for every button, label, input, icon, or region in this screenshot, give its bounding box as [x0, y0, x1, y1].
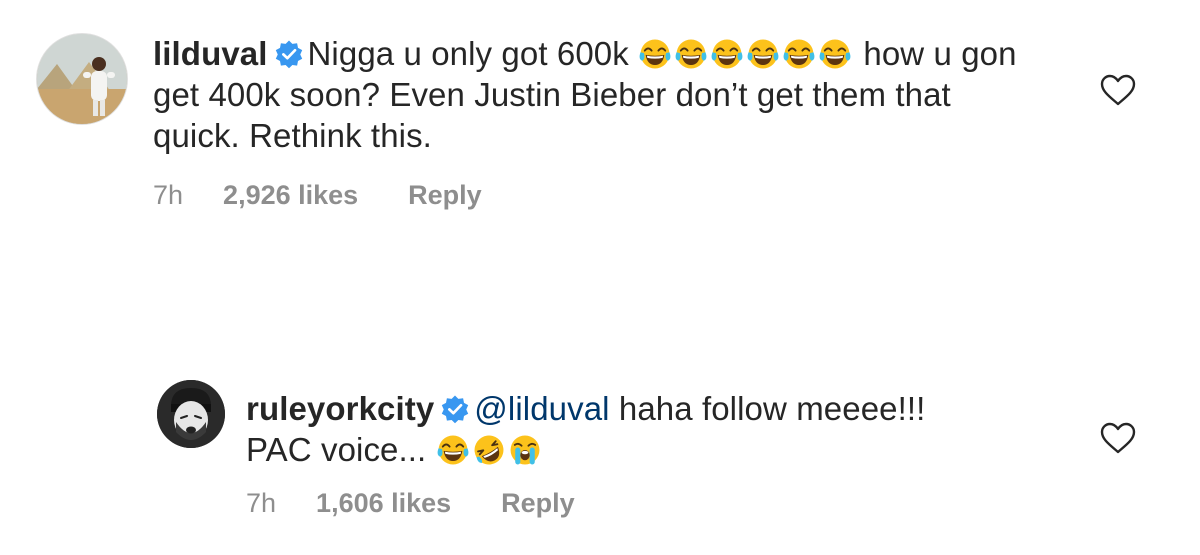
reply-button[interactable]: Reply	[501, 488, 575, 519]
sob-emoji-icon	[508, 433, 542, 467]
comment-body-line1: haha follow meeee!!!	[618, 390, 926, 427]
comment-meta: 7h 1,606 likes Reply	[246, 488, 575, 519]
verified-badge-icon	[440, 394, 470, 424]
username[interactable]: ruleyorkcity	[246, 390, 434, 427]
avatar[interactable]	[157, 380, 225, 448]
avatar[interactable]	[36, 33, 128, 125]
joy-emoji-icon	[782, 37, 816, 71]
avatar-photo-icon	[157, 380, 225, 448]
comment-text: ruleyorkcity @lilduval haha follow meeee!…	[246, 388, 1046, 470]
reply-button[interactable]: Reply	[408, 180, 482, 211]
rofl-emoji-icon	[472, 433, 506, 467]
joy-emoji-icon	[710, 37, 744, 71]
emoji-group	[638, 35, 854, 72]
comment-meta: 7h 2,926 likes Reply	[153, 180, 482, 211]
likes-count[interactable]: 2,926 likes	[223, 180, 358, 211]
avatar-photo-icon	[37, 34, 127, 124]
comment-text: lilduval Nigga u only got 600k how u gon …	[153, 33, 1033, 156]
mention-link[interactable]: @lilduval	[474, 390, 609, 427]
comment-body-rest: PAC voice...	[246, 431, 427, 468]
joy-emoji-icon	[436, 433, 470, 467]
timestamp[interactable]: 7h	[153, 180, 183, 211]
verified-badge-icon	[274, 39, 304, 69]
joy-emoji-icon	[638, 37, 672, 71]
joy-emoji-icon	[818, 37, 852, 71]
joy-emoji-icon	[674, 37, 708, 71]
heart-outline-icon[interactable]	[1100, 74, 1136, 106]
emoji-group	[436, 431, 544, 468]
heart-outline-icon[interactable]	[1100, 422, 1136, 454]
comment-body-line1: Nigga u only got 600k	[307, 35, 629, 72]
likes-count[interactable]: 1,606 likes	[316, 488, 451, 519]
joy-emoji-icon	[746, 37, 780, 71]
username[interactable]: lilduval	[153, 35, 268, 72]
timestamp[interactable]: 7h	[246, 488, 276, 519]
reply-comment-item: ruleyorkcity @lilduval haha follow meeee!…	[0, 360, 1200, 555]
comment-item: lilduval Nigga u only got 600k how u gon …	[0, 0, 1200, 260]
